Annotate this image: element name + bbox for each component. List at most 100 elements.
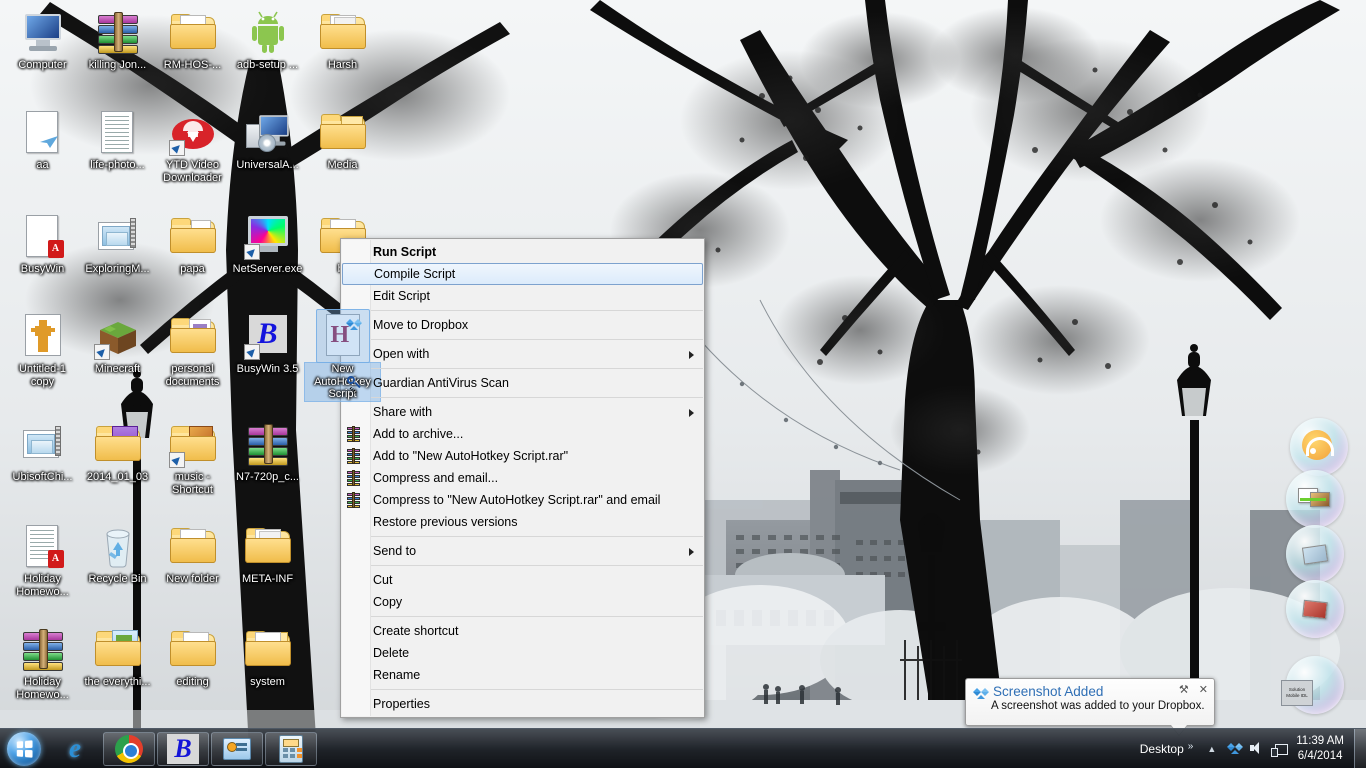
menu-item-compress-and-email[interactable]: Compress and email... [341, 467, 704, 489]
chevron-double-right-icon[interactable]: » [1188, 741, 1194, 756]
menu-item-add-to-named-rar[interactable]: Add to "New AutoHotkey Script.rar" [341, 445, 704, 467]
menu-separator [371, 616, 703, 617]
volume-icon[interactable] [1246, 738, 1268, 760]
close-icon[interactable]: ✕ [1199, 684, 1208, 696]
desktop-icon-adb-setup[interactable]: adb-setup ... [230, 8, 305, 72]
menu-item-add-to-archive[interactable]: Add to archive... [341, 423, 704, 445]
icon-label: Computer [18, 59, 67, 71]
folder-icon [169, 522, 217, 570]
menu-item-copy[interactable]: Copy [341, 591, 704, 613]
desktop-icon-untitled-1-copy[interactable]: Untitled-1 copy [5, 312, 80, 388]
winrar-archive-icon [94, 8, 142, 56]
menu-item-properties[interactable]: Properties [341, 693, 704, 715]
menu-item-edit-script[interactable]: Edit Script [341, 285, 704, 307]
desktop-icon-holiday-homework-pdf[interactable]: A Holiday Homewo... [5, 522, 80, 598]
desktop-icon-harsh[interactable]: Harsh [305, 8, 380, 72]
taskbar-busywin[interactable]: B [157, 731, 209, 766]
desktop-toolbar[interactable]: Desktop » [1140, 741, 1200, 756]
file-context-menu[interactable]: Run Script Compile Script Edit Script Mo… [340, 238, 705, 718]
desktop-icon-system[interactable]: system [230, 625, 305, 689]
taskbar-calculator[interactable] [265, 731, 317, 766]
desktop-icon-busywin[interactable]: A BusyWin [5, 212, 80, 276]
dropbox-tray-icon[interactable] [1224, 738, 1246, 760]
menu-separator [371, 310, 703, 311]
desktop-icon-universal-adb[interactable]: UniversalA... [230, 108, 305, 172]
system-tray[interactable]: Desktop » ▲ 11:39 AM 6/4/2014 [1140, 728, 1366, 768]
menu-item-cut[interactable]: Cut [341, 569, 704, 591]
start-button[interactable] [0, 730, 48, 768]
icon-label: Holiday Homewo... [16, 573, 69, 598]
menu-item-move-to-dropbox[interactable]: Move to Dropbox [341, 314, 704, 336]
menu-item-rename[interactable]: Rename [341, 664, 704, 686]
chevron-right-icon [689, 351, 694, 359]
desktop-icon-rm-hos[interactable]: RM-HOS-... [155, 8, 230, 72]
desktop-toolbar-label: Desktop [1139, 742, 1184, 756]
desktop-icon-the-everything[interactable]: the everythi... [80, 625, 155, 689]
folder-icon [244, 625, 292, 673]
desktop[interactable]: Computer killing Jon... RM-HOS-... adb-s… [0, 0, 1366, 768]
taskbar[interactable]: e B Desktop » ▲ 11:39 AM 6/4/2014 [0, 728, 1366, 768]
photo-red-bubble-gadget[interactable] [1286, 580, 1344, 638]
folder-icon [169, 625, 217, 673]
show-hidden-icons-button[interactable]: ▲ [1199, 744, 1224, 754]
desktop-icon-computer[interactable]: Computer [5, 8, 80, 72]
menu-item-compile-script[interactable]: Compile Script [342, 263, 703, 285]
menu-item-restore-previous-versions[interactable]: Restore previous versions [341, 511, 704, 533]
desktop-icon-editing[interactable]: editing [155, 625, 230, 689]
desktop-icon-2014-01-03[interactable]: 2014_01_03 [80, 420, 155, 484]
icon-label: killing Jon... [88, 59, 147, 71]
desktop-icon-aa[interactable]: aa [5, 108, 80, 172]
recycle-bin-icon [94, 522, 142, 570]
photo-single-bubble-gadget[interactable] [1286, 525, 1344, 583]
desktop-icon-holiday-homework-rar[interactable]: Holiday Homewo... [5, 625, 80, 701]
winrar-archive-icon [244, 420, 292, 468]
desktop-icon-recycle-bin[interactable]: Recycle Bin [80, 522, 155, 586]
menu-item-open-with[interactable]: Open with [341, 343, 704, 365]
desktop-icon-media[interactable]: Media [305, 108, 380, 172]
desktop-icon-netserver-exe[interactable]: NetServer.exe [230, 212, 305, 276]
netserver-icon [243, 212, 292, 260]
chevron-right-icon [689, 409, 694, 417]
notification-tools[interactable]: ⚒ ✕ [1172, 683, 1208, 696]
menu-item-create-shortcut[interactable]: Create shortcut [341, 620, 704, 642]
desktop-icon-personal-documents[interactable]: personal documents [155, 312, 230, 388]
taskbar-google-chrome[interactable] [103, 731, 155, 766]
magnifier-icon [346, 375, 362, 391]
desktop-icon-ytd-video-downloader[interactable]: YTD Video Downloader [155, 108, 230, 184]
winrar-icon [346, 470, 362, 486]
desktop-icon-ubisoft-chi[interactable]: UbisoftChi... [5, 420, 80, 484]
icon-label: BusyWin 3.5 [236, 363, 299, 375]
dropbox-notification[interactable]: ⚒ ✕ Screenshot Added A screenshot was ad… [965, 678, 1215, 735]
menu-item-run-script[interactable]: Run Script [341, 241, 704, 263]
icon-label: ExploringM... [85, 263, 150, 275]
taskbar-internet-explorer[interactable]: e [49, 732, 101, 766]
network-icon[interactable] [1268, 738, 1290, 760]
photos-bubble-gadget[interactable] [1286, 470, 1344, 528]
desktop-icon-minecraft[interactable]: Minecraft [80, 312, 155, 376]
show-desktop-button[interactable] [1354, 728, 1366, 768]
icon-label: N7-720p_c... [236, 471, 299, 483]
menu-item-send-to[interactable]: Send to [341, 540, 704, 562]
chrome-icon [115, 734, 143, 763]
menu-item-guardian-antivirus-scan[interactable]: Guardian AntiVirus Scan [341, 372, 704, 394]
desktop-icon-busywin-35[interactable]: B BusyWin 3.5 [230, 312, 305, 376]
desktop-icon-meta-inf[interactable]: META-INF [230, 522, 305, 586]
text-document-icon [94, 108, 142, 156]
desktop-icon-killing-jon[interactable]: killing Jon... [80, 8, 155, 72]
clock[interactable]: 11:39 AM 6/4/2014 [1290, 734, 1354, 764]
desktop-icon-new-folder[interactable]: New folder [155, 522, 230, 586]
desktop-icon-music-shortcut[interactable]: music - Shortcut [155, 420, 230, 496]
menu-item-compress-to-named-rar-and-email[interactable]: Compress to "New AutoHotkey Script.rar" … [341, 489, 704, 511]
folder-icon [319, 108, 367, 156]
menu-item-delete[interactable]: Delete [341, 642, 704, 664]
desktop-icon-life-photo[interactable]: life-photo... [80, 108, 155, 172]
desktop-icon-n7-720p[interactable]: N7-720p_c... [230, 420, 305, 484]
taskbar-control-panel[interactable] [211, 731, 263, 766]
menu-separator [371, 397, 703, 398]
menu-item-share-with[interactable]: Share with [341, 401, 704, 423]
wifi-bubble-gadget[interactable] [1290, 418, 1348, 476]
settings-icon[interactable]: ⚒ [1179, 684, 1189, 696]
winrar-icon [346, 426, 362, 442]
desktop-icon-papa[interactable]: papa [155, 212, 230, 276]
desktop-icon-exploring-m[interactable]: ExploringM... [80, 212, 155, 276]
